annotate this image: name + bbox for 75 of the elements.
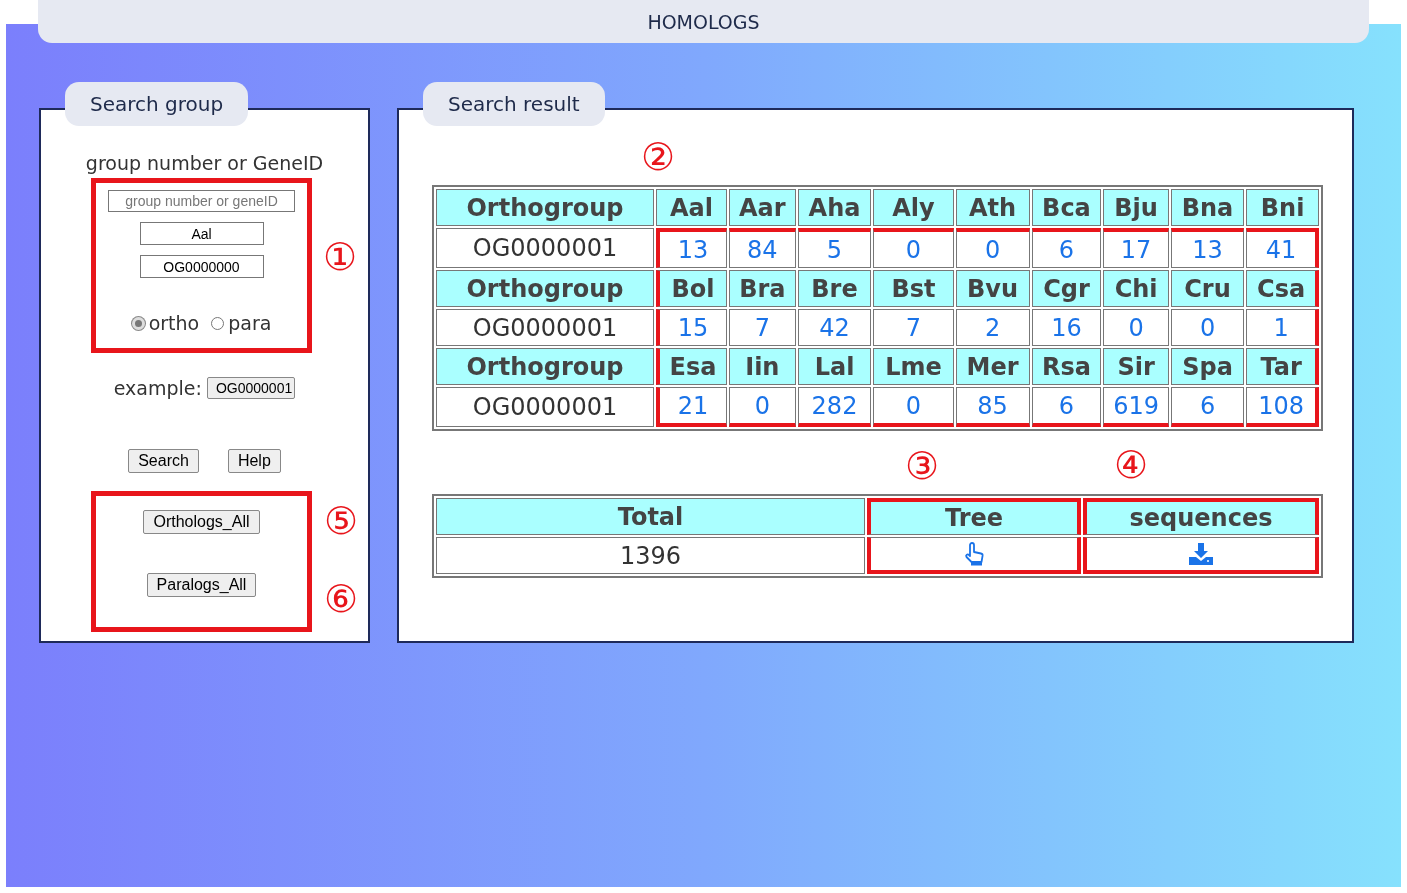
header-cell: Bre — [797, 270, 872, 307]
header-cell: Aly — [873, 189, 954, 226]
header-cell: Iin — [729, 348, 796, 385]
page-header: HOMOLOGS — [38, 0, 1369, 43]
step-number: ② — [640, 138, 676, 176]
radio-label: ortho — [148, 312, 200, 334]
header-cell: sequences — [1083, 498, 1319, 535]
step-number: ④ — [1113, 446, 1149, 484]
count-link[interactable]: 16 — [1031, 309, 1102, 346]
pointing-hand-icon[interactable] — [963, 542, 985, 566]
header-cell: Bol — [656, 270, 728, 307]
count-link[interactable]: 85 — [955, 387, 1030, 427]
count-link[interactable]: 0 — [729, 387, 796, 427]
count-link[interactable]: 0 — [1170, 309, 1245, 346]
header-cell: Bra — [729, 270, 796, 307]
header-cell: Orthogroup — [436, 189, 654, 226]
count-link[interactable]: 2 — [955, 309, 1030, 346]
count-link[interactable]: 0 — [873, 387, 954, 427]
count-link[interactable]: 282 — [797, 387, 872, 427]
header-cell: Rsa — [1031, 348, 1102, 385]
radio-button[interactable] — [211, 316, 225, 330]
header-cell: Bca — [1031, 189, 1102, 226]
radio-label: para — [228, 312, 272, 334]
count-link[interactable]: 42 — [797, 309, 872, 346]
download-all-button[interactable]: Paralogs_All — [146, 573, 257, 597]
header-cell: Csa — [1246, 270, 1319, 307]
header-cell: Orthogroup — [436, 348, 654, 385]
header-cell: Chi — [1103, 270, 1169, 307]
search-field[interactable]: group number or geneID — [108, 190, 295, 212]
step-number: ③ — [904, 447, 940, 485]
example-button[interactable]: OG0000001 — [206, 377, 296, 399]
count-link[interactable]: 108 — [1246, 387, 1319, 427]
header-cell: Bni — [1246, 189, 1319, 226]
header-cell: Tree — [867, 498, 1081, 535]
header-cell: Bvu — [955, 270, 1030, 307]
header-cell: Bju — [1103, 189, 1169, 226]
count-link[interactable]: 619 — [1103, 387, 1169, 427]
table-cell: OG0000001 — [436, 309, 654, 346]
download-icon[interactable] — [1189, 543, 1213, 565]
header-cell: Mer — [955, 348, 1030, 385]
header-cell: Cgr — [1031, 270, 1102, 307]
header-cell: Bna — [1170, 189, 1245, 226]
header-cell: Aar — [729, 189, 796, 226]
example-label: example: — [113, 377, 202, 399]
field-label: group number or GeneID — [85, 152, 324, 174]
header-cell: Total — [436, 498, 865, 535]
table-cell: OG0000001 — [436, 387, 654, 427]
header-cell: Aha — [797, 189, 872, 226]
header-cell: Ath — [955, 189, 1030, 226]
header-cell: Bst — [873, 270, 954, 307]
count-link[interactable]: 6 — [1031, 387, 1102, 427]
count-link[interactable]: 21 — [656, 387, 728, 427]
step-number: ① — [322, 238, 358, 276]
header-cell: Spa — [1170, 348, 1245, 385]
step-number: ⑤ — [323, 502, 359, 540]
table-cell: OG0000001 — [436, 228, 654, 268]
header-cell: Sir — [1103, 348, 1169, 385]
header-cell: Aal — [656, 189, 728, 226]
group-field[interactable]: OG0000000 — [139, 255, 264, 278]
table-cell: 1396 — [436, 537, 865, 574]
count-link[interactable]: 6 — [1170, 387, 1245, 427]
header-cell: Lme — [873, 348, 954, 385]
step-number: ⑥ — [323, 580, 359, 618]
header-cell: Lal — [797, 348, 872, 385]
header-cell: Cru — [1170, 270, 1245, 307]
header-cell: Tar — [1246, 348, 1319, 385]
header-cell: Orthogroup — [436, 270, 654, 307]
count-link[interactable]: 7 — [873, 309, 954, 346]
count-link[interactable]: 0 — [1103, 309, 1169, 346]
header-cell: Esa — [656, 348, 728, 385]
count-link[interactable]: 7 — [729, 309, 796, 346]
help-button[interactable]: Help — [227, 449, 281, 473]
search-button[interactable]: Search — [128, 449, 199, 473]
species-field[interactable]: Aal — [139, 222, 264, 245]
download-all-button[interactable]: Orthologs_All — [143, 510, 260, 534]
